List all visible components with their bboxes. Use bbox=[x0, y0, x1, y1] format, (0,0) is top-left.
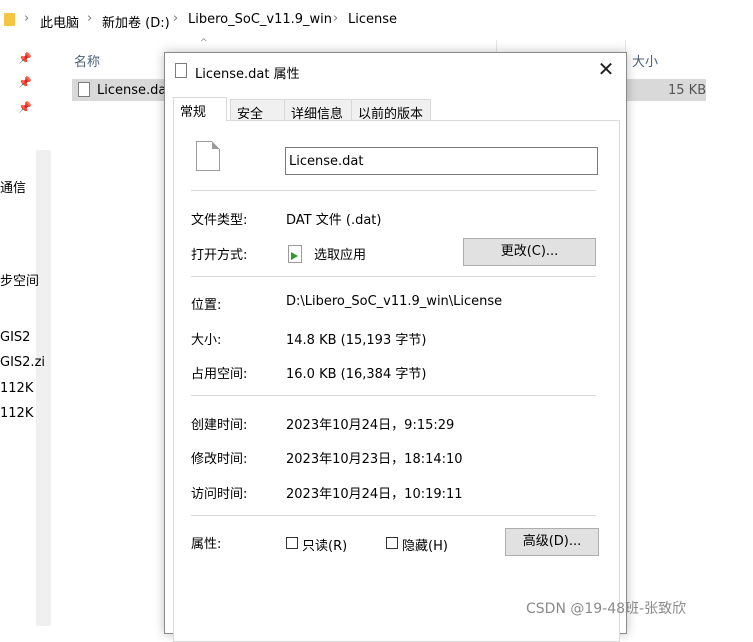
size-value: 14.8 KB (15,193 字节) bbox=[286, 333, 427, 348]
file-icon bbox=[78, 82, 90, 97]
accessed-label: 访问时间: bbox=[191, 487, 248, 502]
tab-previous-versions[interactable]: 以前的版本 bbox=[351, 99, 431, 122]
hidden-checkbox[interactable] bbox=[386, 537, 398, 549]
dialog-title: License.dat 属性 bbox=[195, 67, 300, 82]
change-button[interactable]: 更改(C)... bbox=[463, 238, 596, 266]
size-on-disk-label: 占用空间: bbox=[191, 367, 248, 382]
created-value: 2023年10月24日，9:15:29 bbox=[286, 418, 455, 433]
divider bbox=[191, 395, 596, 396]
address-bar[interactable]: › 此电脑 › 新加卷 (D:) › Libero_SoC_v11.9_win … bbox=[0, 0, 753, 41]
breadcrumb-separator-icon: › bbox=[333, 11, 339, 26]
pin-icon[interactable]: 📌 bbox=[18, 52, 32, 65]
accessed-value: 2023年10月24日，10:19:11 bbox=[286, 487, 463, 502]
file-size: 15 KB bbox=[668, 83, 707, 98]
size-on-disk-value: 16.0 KB (16,384 字节) bbox=[286, 367, 427, 382]
attributes-label: 属性: bbox=[191, 537, 222, 552]
readonly-label[interactable]: 只读(R) bbox=[302, 535, 347, 554]
folder-icon bbox=[4, 13, 15, 26]
file-icon bbox=[175, 63, 187, 78]
tab-details[interactable]: 详细信息 bbox=[284, 99, 352, 122]
tab-general[interactable]: 常规 bbox=[173, 97, 227, 121]
pin-icon[interactable]: 📌 bbox=[18, 101, 32, 114]
file-name[interactable]: License.dat bbox=[97, 83, 171, 98]
nav-item[interactable]: 步空间 bbox=[0, 270, 39, 289]
breadcrumb-drive-d[interactable]: 新加卷 (D:) bbox=[102, 12, 170, 31]
breadcrumb-license-folder[interactable]: License bbox=[348, 12, 397, 27]
location-label: 位置: bbox=[191, 298, 222, 313]
divider bbox=[191, 190, 596, 191]
nav-item[interactable]: 112K bbox=[0, 406, 33, 421]
divider bbox=[191, 515, 596, 516]
breadcrumb-separator-icon: › bbox=[173, 11, 179, 26]
watermark: CSDN @19-48班-张致欣 bbox=[526, 601, 687, 617]
properties-dialog: License.dat 属性 ✕ 常规 安全 详细信息 以前的版本 文件类型: … bbox=[164, 52, 627, 642]
sort-ascending-icon: ^ bbox=[200, 38, 208, 48]
file-type-icon bbox=[196, 141, 220, 171]
navigation-scrollbar-track bbox=[36, 40, 51, 150]
breadcrumb-separator-icon: › bbox=[24, 11, 30, 26]
breadcrumb-this-pc[interactable]: 此电脑 bbox=[40, 12, 79, 31]
column-size[interactable]: 大小 bbox=[632, 51, 658, 70]
location-value: D:\Libero_SoC_v11.9_win\License bbox=[286, 294, 503, 309]
readonly-checkbox[interactable] bbox=[286, 537, 298, 549]
size-label: 大小: bbox=[191, 333, 222, 348]
nav-item[interactable]: GIS2.zi bbox=[0, 355, 45, 370]
advanced-button[interactable]: 高级(D)... bbox=[505, 528, 599, 556]
file-type-label: 文件类型: bbox=[191, 213, 248, 228]
modified-label: 修改时间: bbox=[191, 452, 248, 467]
dialog-titlebar[interactable]: License.dat 属性 ✕ bbox=[165, 53, 626, 90]
divider bbox=[191, 276, 596, 277]
app-icon bbox=[288, 245, 302, 263]
close-button[interactable]: ✕ bbox=[593, 59, 619, 81]
file-type-value: DAT 文件 (.dat) bbox=[286, 213, 382, 228]
opens-with-label: 打开方式: bbox=[191, 248, 248, 263]
modified-value: 2023年10月23日，18:14:10 bbox=[286, 452, 463, 467]
created-label: 创建时间: bbox=[191, 418, 248, 433]
breadcrumb-libero-folder[interactable]: Libero_SoC_v11.9_win bbox=[188, 12, 332, 27]
pin-icon[interactable]: 📌 bbox=[18, 76, 32, 89]
breadcrumb-separator-icon: › bbox=[87, 11, 93, 26]
tab-security[interactable]: 安全 bbox=[230, 99, 285, 122]
hidden-label[interactable]: 隐藏(H) bbox=[402, 535, 448, 554]
nav-item[interactable]: GIS2 bbox=[0, 330, 30, 345]
filename-input[interactable] bbox=[285, 147, 598, 175]
opens-with-value: 选取应用 bbox=[314, 248, 367, 263]
nav-item[interactable]: 112K bbox=[0, 381, 33, 396]
nav-item[interactable]: 通信 bbox=[0, 177, 26, 196]
column-name[interactable]: 名称 bbox=[74, 51, 100, 70]
